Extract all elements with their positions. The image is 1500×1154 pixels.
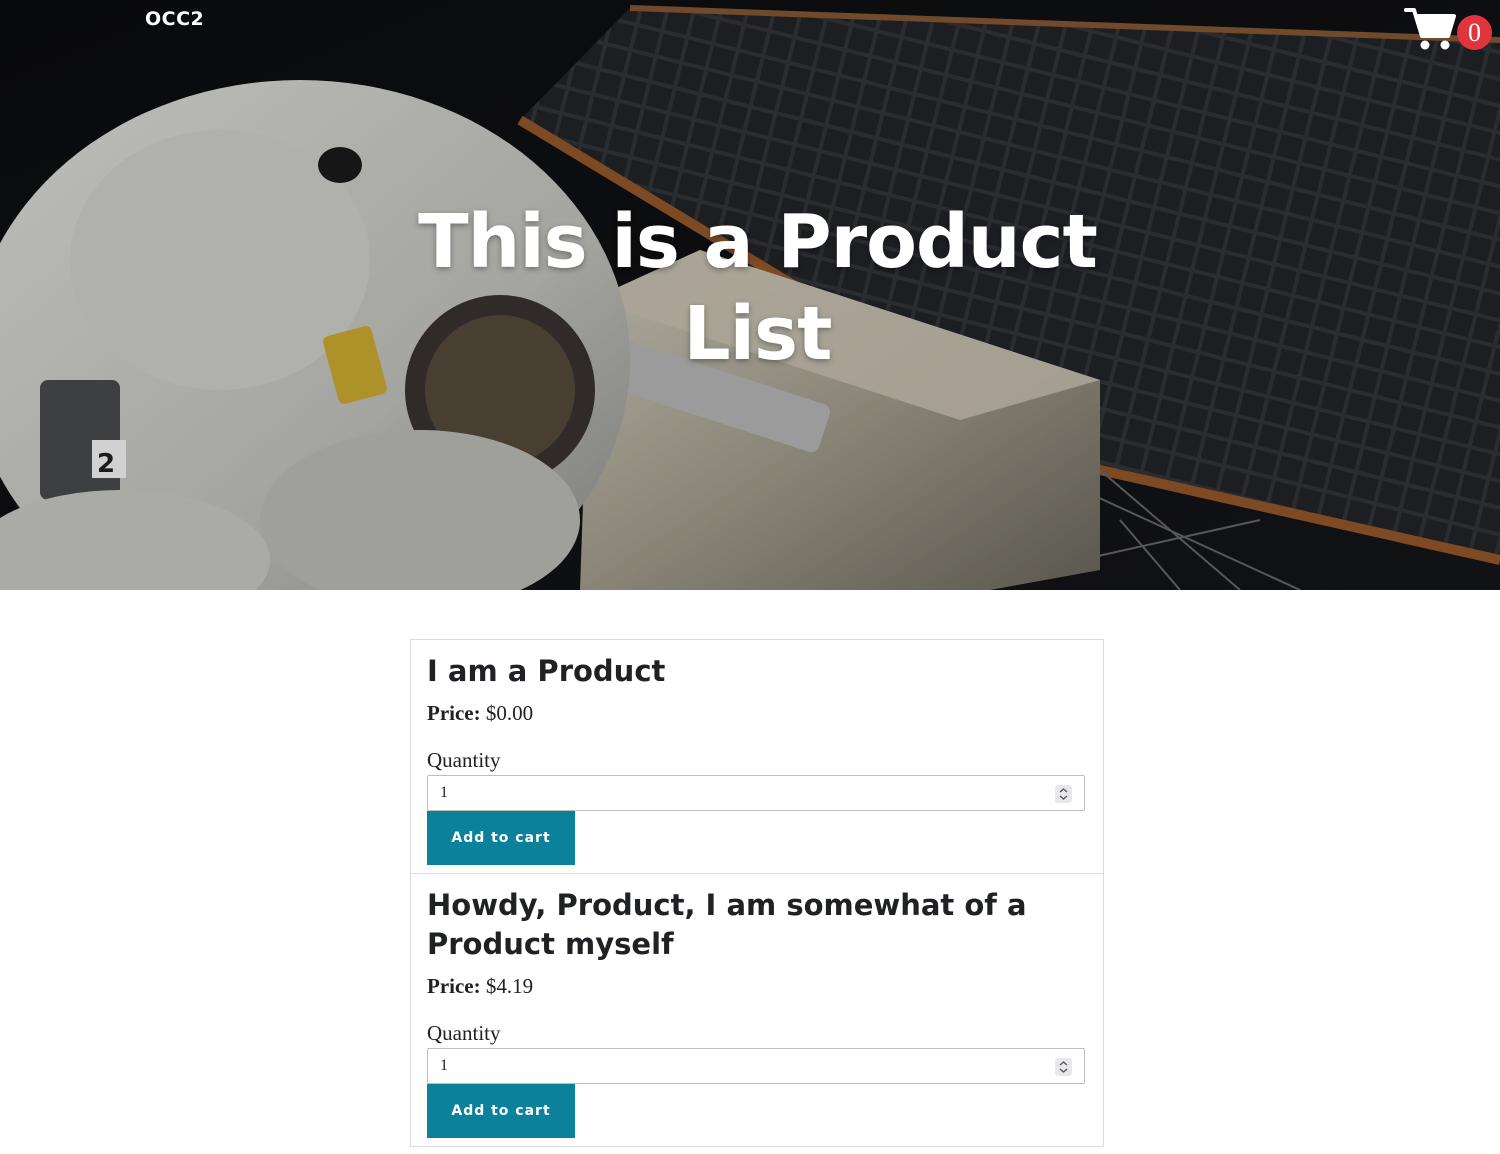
product-card: Howdy, Product, I am somewhat of a Produ…	[411, 874, 1103, 1146]
product-price: Price: $4.19	[427, 974, 1087, 998]
add-to-cart-button[interactable]: Add to cart	[427, 811, 575, 865]
price-value: $0.00	[485, 701, 534, 725]
quantity-stepper[interactable]	[1055, 785, 1072, 803]
product-list: I am a Product Price: $0.00 Quantity Add…	[410, 639, 1104, 1147]
page-title: This is a Product List	[418, 199, 1098, 377]
product-name: I am a Product	[427, 654, 666, 688]
brand-logo-link[interactable]: OCC2	[145, 8, 204, 30]
quantity-label: Quantity	[427, 1021, 501, 1045]
cart-button[interactable]: 0	[1404, 6, 1496, 54]
quantity-label: Quantity	[427, 748, 501, 772]
stepper-arrows-icon	[1059, 1061, 1068, 1073]
product-card: I am a Product Price: $0.00 Quantity Add…	[411, 640, 1103, 874]
product-name: Howdy, Product, I am somewhat of a Produ…	[427, 888, 1027, 961]
quantity-field	[427, 1048, 1085, 1084]
price-label: Price:	[427, 701, 481, 725]
product-price: Price: $0.00	[427, 701, 1087, 725]
quantity-stepper[interactable]	[1055, 1058, 1072, 1076]
quantity-input[interactable]	[428, 776, 1052, 810]
price-label: Price:	[427, 974, 481, 998]
quantity-input[interactable]	[428, 1049, 1052, 1083]
stepper-arrows-icon	[1059, 788, 1068, 800]
quantity-field	[427, 775, 1085, 811]
hero-banner: 2 OCC2 0 This is a Product List	[0, 0, 1500, 590]
shopping-cart-icon	[1404, 8, 1456, 50]
price-value: $4.19	[485, 974, 534, 998]
cart-count-badge: 0	[1457, 15, 1492, 50]
add-to-cart-button[interactable]: Add to cart	[427, 1084, 575, 1138]
